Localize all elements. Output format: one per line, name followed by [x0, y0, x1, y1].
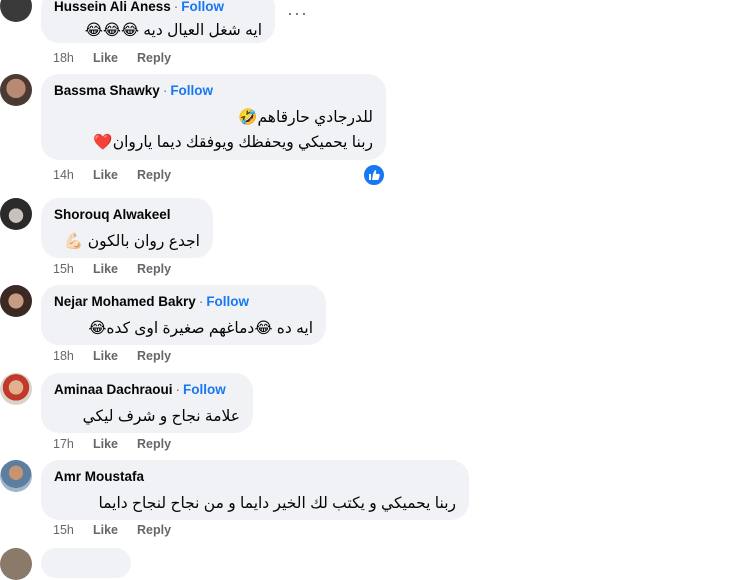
comment-meta: 18h Like Reply: [53, 349, 171, 363]
avatar[interactable]: [0, 198, 32, 230]
comment-author-row: Amr Moustafa: [54, 468, 456, 485]
comment-author[interactable]: Hussein Ali Aness: [54, 0, 171, 14]
comment-text-line: ربنا يحميكي ويحفظك ويوفقك ديما ياروان❤️: [93, 134, 373, 151]
comment-time[interactable]: 15h: [53, 262, 93, 276]
avatar[interactable]: [0, 373, 32, 405]
comment-bubble: Bassma Shawky · Follow للدرجادي حارقاهم🤣 ر…: [41, 74, 386, 160]
comment-text: علامة نجاح و شرف ليكي: [82, 408, 240, 425]
comment-author-row: Hussein Ali Aness · Follow: [54, 0, 262, 15]
comment-meta: 17h Like Reply: [53, 437, 171, 451]
comment-time[interactable]: 17h: [53, 437, 93, 451]
comment-time[interactable]: 18h: [53, 51, 93, 65]
comment-author[interactable]: Amr Moustafa: [54, 469, 144, 484]
comment-text-line: للدرجادي حارقاهم🤣: [238, 109, 373, 126]
comment-bubble: Aminaa Dachraoui · Follow علامة نجاح و شرف…: [41, 373, 253, 433]
comment-author[interactable]: Bassma Shawky: [54, 83, 160, 98]
avatar[interactable]: [0, 0, 32, 22]
follow-button[interactable]: Follow: [206, 294, 249, 309]
like-button[interactable]: Like: [93, 523, 137, 537]
comment-author[interactable]: Shorouq Alwakeel: [54, 207, 171, 222]
comment-bubble: Nejar Mohamed Bakry · Follow ايه ده 😂دماغه…: [41, 285, 326, 345]
comment-author-row: Shorouq Alwakeel: [54, 206, 200, 223]
avatar[interactable]: [0, 460, 32, 492]
like-button[interactable]: Like: [93, 168, 137, 182]
comment-author-row: Bassma Shawky · Follow: [54, 82, 373, 99]
reply-button[interactable]: Reply: [137, 168, 171, 182]
like-icon: [369, 170, 380, 180]
separator: ·: [175, 382, 181, 397]
comment-bubble: [41, 548, 131, 578]
comment-text: اجدع روان بالكون 💪🏻: [64, 233, 200, 250]
comment-text: ايه ده 😂دماغهم صغيرة اوى كده😂: [88, 320, 313, 337]
reply-button[interactable]: Reply: [137, 437, 171, 451]
reply-button[interactable]: Reply: [137, 262, 171, 276]
like-button[interactable]: Like: [93, 349, 137, 363]
comment-author[interactable]: Aminaa Dachraoui: [54, 382, 173, 397]
follow-button[interactable]: Follow: [170, 83, 213, 98]
comment-meta: 14h Like Reply: [53, 168, 171, 182]
like-button[interactable]: Like: [93, 51, 137, 65]
comment-author-row: Nejar Mohamed Bakry · Follow: [54, 293, 313, 310]
comment-author-row: Aminaa Dachraoui · Follow: [54, 381, 240, 398]
comment-text: ربنا يحميكي و يكتب لك الخير دايما و من ن…: [98, 495, 457, 512]
like-button[interactable]: Like: [93, 437, 137, 451]
reply-button[interactable]: Reply: [137, 349, 171, 363]
comment-time[interactable]: 15h: [53, 523, 93, 537]
comment-bubble: Hussein Ali Aness · Follow ايه شغل العيال …: [41, 0, 275, 43]
reaction-badge[interactable]: [362, 163, 386, 187]
avatar[interactable]: [0, 74, 32, 106]
separator: ·: [173, 0, 179, 14]
avatar[interactable]: [0, 548, 32, 580]
comment-meta: 18h Like Reply: [53, 51, 171, 65]
follow-button[interactable]: Follow: [183, 382, 226, 397]
comment-text: ايه شغل العيال ديه 😂😂😂: [84, 22, 262, 39]
comment-meta: 15h Like Reply: [53, 262, 171, 276]
reply-button[interactable]: Reply: [137, 51, 171, 65]
comment-author[interactable]: Nejar Mohamed Bakry: [54, 294, 196, 309]
reply-button[interactable]: Reply: [137, 523, 171, 537]
comment-time[interactable]: 14h: [53, 168, 93, 182]
more-options-icon[interactable]: ···: [287, 4, 308, 22]
comment-meta: 15h Like Reply: [53, 523, 171, 537]
avatar[interactable]: [0, 285, 32, 317]
comment-time[interactable]: 18h: [53, 349, 93, 363]
like-button[interactable]: Like: [93, 262, 137, 276]
separator: ·: [162, 83, 168, 98]
comment-bubble: Shorouq Alwakeel اجدع روان بالكون 💪🏻: [41, 198, 213, 258]
follow-button[interactable]: Follow: [181, 0, 224, 14]
separator: ·: [198, 294, 204, 309]
comment-bubble: Amr Moustafa ربنا يحميكي و يكتب لك الخير…: [41, 460, 469, 520]
